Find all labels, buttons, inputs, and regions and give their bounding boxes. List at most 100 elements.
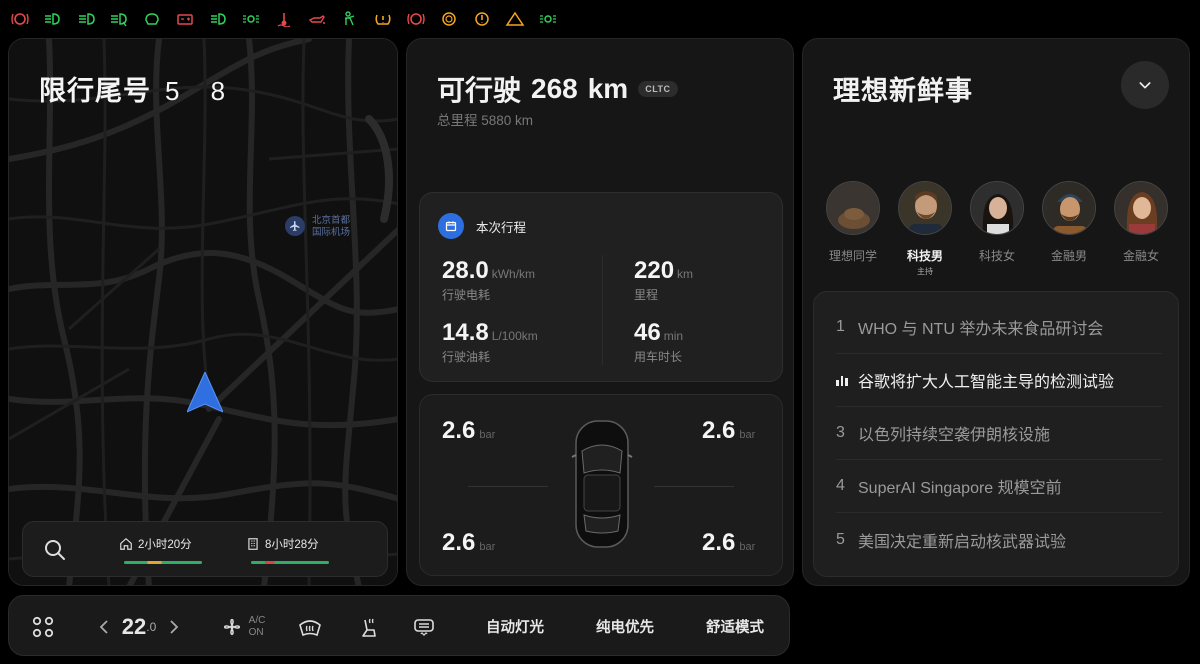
news-item[interactable]: 3 以色列持续空袭伊朗核设施 <box>836 407 1162 460</box>
home-eta[interactable]: 2小时20分 <box>119 536 192 552</box>
climate-dock: 22.0 A/C ON 自动灯光 纯电优先 舒适模式 <box>8 595 790 656</box>
plate-restriction-label: 限行尾号 <box>39 76 151 106</box>
host-finance-female[interactable]: 金融女 <box>1111 181 1171 264</box>
energy-label: 行驶电耗 <box>442 288 491 302</box>
home-eta-time: 2小时20分 <box>138 539 192 551</box>
host-finance-male[interactable]: 金融男 <box>1039 181 1099 264</box>
news-title: 理想新鲜事 <box>833 76 973 106</box>
position-light-icon <box>239 10 262 28</box>
news-item[interactable]: 1 WHO 与 NTU 举办未来食品研讨会 <box>836 301 1162 354</box>
tyre-rear-left-unit: bar <box>479 541 496 553</box>
host-name: 科技女 <box>978 249 1015 263</box>
abs-icon <box>470 10 493 28</box>
fuel-unit: L/100km <box>491 329 538 343</box>
host-avatar <box>826 181 880 235</box>
odometer: 总里程 5880 km <box>437 113 534 128</box>
host-name: 科技男 <box>906 249 943 263</box>
range-unit: km <box>587 73 629 104</box>
ac-state: ON <box>248 626 264 638</box>
energy-unit: kWh/km <box>491 267 536 281</box>
tyre-front-right-value: 2.6 <box>702 417 736 444</box>
seat-heating-button[interactable] <box>351 596 385 657</box>
car-top-view-icon <box>571 420 633 548</box>
ac-label: A/C <box>248 614 266 626</box>
map-card[interactable]: 限行尾号 5 8 北京首都 国际机场 2小时20分 8小时28分 <box>8 38 398 586</box>
work-eta[interactable]: 8小时28分 <box>246 536 319 552</box>
coolant-temp-icon <box>272 10 295 28</box>
news-list: 1 WHO 与 NTU 举办未来食品研讨会 谷歌将扩大人工智能主导的检测试验 3… <box>813 291 1179 577</box>
navigation-arrow-icon <box>187 372 223 413</box>
tyre-pressure-panel[interactable]: 2.6 bar 2.6 bar 2.6 bar 2.6 bar <box>419 394 783 576</box>
cltc-badge: CLTC <box>638 81 678 97</box>
distance-label: 里程 <box>634 288 659 302</box>
map-quick-bar: 2小时20分 8小时28分 <box>22 521 388 577</box>
rear-defrost-button[interactable] <box>407 596 441 657</box>
news-index: 3 <box>836 424 845 441</box>
front-defrost-button[interactable] <box>293 596 327 657</box>
tyre-front-left-value: 2.6 <box>442 417 476 444</box>
apps-button[interactable] <box>23 596 63 657</box>
host-tech-male[interactable]: 科技男 主持 <box>895 181 955 277</box>
airport-marker-icon[interactable] <box>285 216 305 236</box>
search-icon[interactable] <box>43 538 67 562</box>
map-canvas[interactable] <box>9 39 398 586</box>
news-card[interactable]: 理想新鲜事 理想同学 科技男 主持 科技女 金融男 金融女 1 WHO 与 NT… <box>802 38 1190 586</box>
airport-label-line2: 国际机场 <box>312 227 351 238</box>
fuel-value: 14.8 <box>442 319 489 346</box>
host-role: 主持 <box>917 267 933 276</box>
news-headline: WHO 与 NTU 举办未来食品研讨会 <box>858 321 1104 338</box>
host-avatar <box>1042 181 1096 235</box>
host-li-assistant[interactable]: 理想同学 <box>823 181 883 264</box>
temperature-decimal: .0 <box>146 619 157 634</box>
temp-increase-button[interactable] <box>163 596 185 657</box>
tyre-rear-right-value: 2.6 <box>702 529 736 556</box>
fuel-label: 行驶油耗 <box>442 350 491 364</box>
range-value: 268 <box>531 73 578 104</box>
ac-toggle[interactable]: A/C ON <box>213 596 273 657</box>
duration-value: 46 <box>634 319 661 346</box>
trip-stat-fuel: 14.8 L/100km 行驶油耗 <box>442 319 538 365</box>
tyre-pressure-icon <box>371 10 394 28</box>
duration-label: 用车时长 <box>634 350 683 364</box>
calendar-icon <box>438 213 464 239</box>
tyre-guide-right <box>654 486 734 487</box>
now-playing-icon <box>836 374 858 386</box>
apps-grid-icon <box>32 616 54 637</box>
trip-divider <box>602 255 603 365</box>
auto-high-beam-icon <box>107 10 130 28</box>
warning-indicator-strip <box>8 8 559 30</box>
front-fog-icon <box>74 10 97 28</box>
tyre-front-right: 2.6 bar <box>702 417 755 445</box>
news-index: 1 <box>836 318 845 335</box>
home-traffic-bar <box>124 561 202 564</box>
airport-label: 北京首都 国际机场 <box>312 215 350 239</box>
tyre-front-right-unit: bar <box>739 429 756 441</box>
trip-stat-duration: 46 min 用车时长 <box>634 319 683 365</box>
front-defrost-icon <box>299 619 321 636</box>
range-card[interactable]: 可行驶 268 km CLTC 总里程 5880 km 本次行程 28.0 kWh… <box>406 38 794 586</box>
news-headline: 以色列持续空袭伊朗核设施 <box>858 427 1051 444</box>
news-index: 4 <box>836 477 845 494</box>
host-tech-female[interactable]: 科技女 <box>967 181 1027 264</box>
ev-priority-button[interactable]: 纯电优先 <box>583 596 667 657</box>
battery-warning-icon <box>173 10 196 28</box>
auto-light-button[interactable]: 自动灯光 <box>473 596 557 657</box>
energy-value: 28.0 <box>442 257 489 284</box>
tyre-rear-left-value: 2.6 <box>442 529 476 556</box>
trip-panel[interactable]: 本次行程 28.0 kWh/km 行驶电耗 220 km 里程 14.8 L/100k… <box>419 192 783 382</box>
news-item[interactable]: 5 美国决定重新启动核武器试验 <box>836 513 1162 566</box>
tyre-rear-right: 2.6 bar <box>702 529 755 557</box>
plate-restriction: 限行尾号 5 8 <box>39 69 237 108</box>
news-item-playing[interactable]: 谷歌将扩大人工智能主导的检测试验 <box>836 354 1162 407</box>
news-item[interactable]: 4 SuperAI Singapore 规模空前 <box>836 460 1162 513</box>
tyre-guide-left <box>468 486 548 487</box>
chevron-right-icon <box>170 619 179 634</box>
temp-decrease-button[interactable] <box>93 596 115 657</box>
tyre-rear-left: 2.6 bar <box>442 529 495 557</box>
collapse-button[interactable] <box>1121 61 1169 109</box>
comfort-mode-button[interactable]: 舒适模式 <box>693 596 777 657</box>
seatbelt-icon <box>338 10 361 28</box>
distance-value: 220 <box>634 257 675 284</box>
host-name: 金融女 <box>1122 249 1159 263</box>
range-label: 可行驶 <box>437 75 522 106</box>
